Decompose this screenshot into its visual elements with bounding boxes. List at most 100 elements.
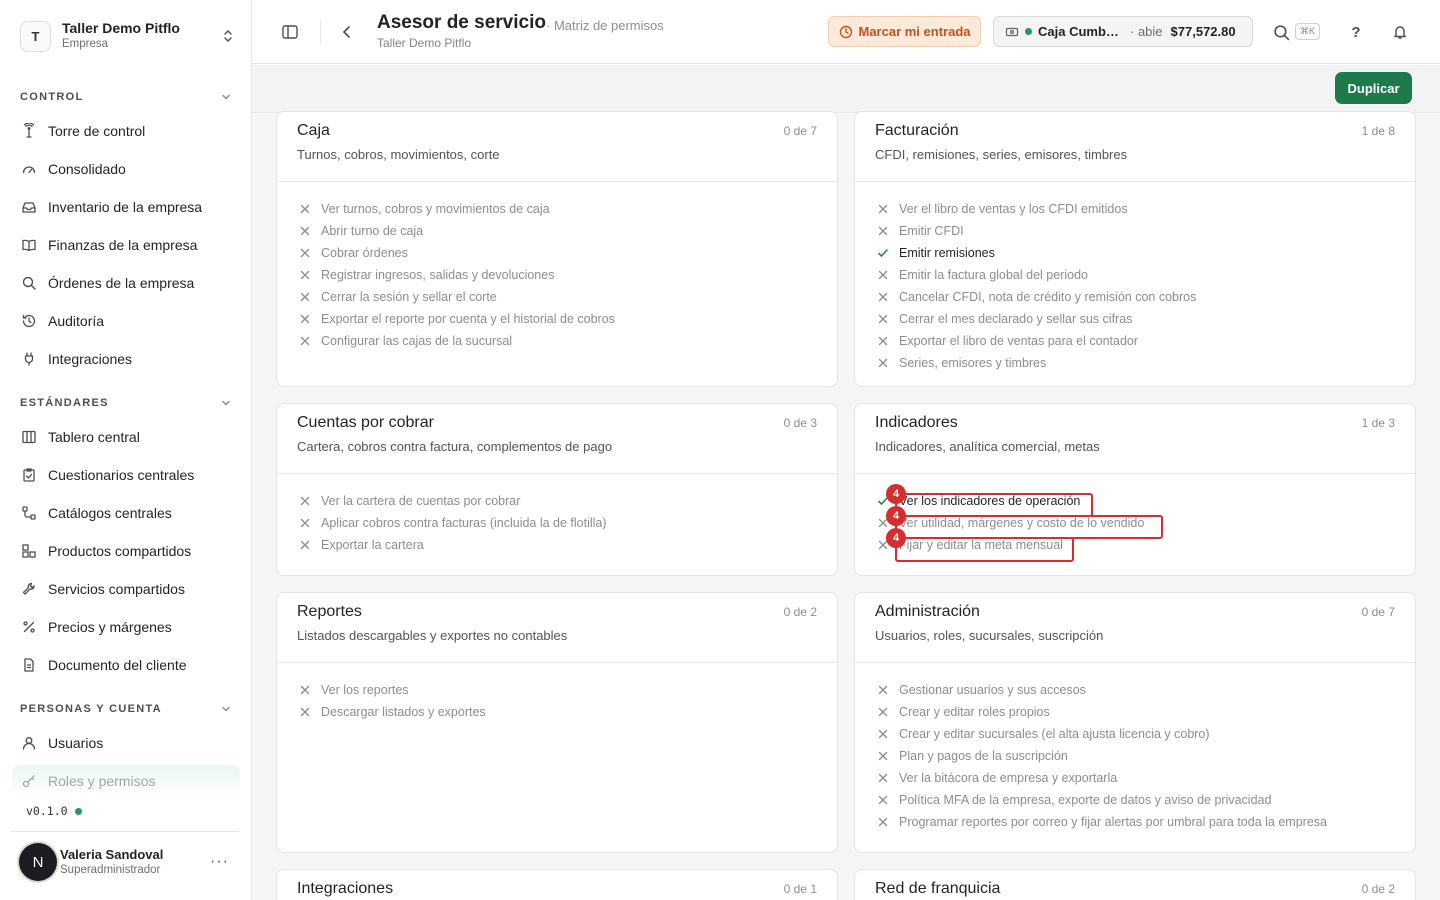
permission-item[interactable]: Exportar el libro de ventas para el cont…: [877, 330, 1196, 352]
section-estandares-label: ESTÁNDARES: [20, 397, 109, 409]
card-count: 0 de 2: [1361, 882, 1395, 896]
sidebar-item-label: Consolidado: [48, 161, 126, 177]
permission-item[interactable]: Ver turnos, cobros y movimientos de caja: [299, 198, 615, 220]
chevron-up-down-icon: [224, 30, 232, 42]
sidebar-item-label: Inventario de la empresa: [48, 199, 203, 215]
permission-card-integraciones: Integraciones 0 de 1: [276, 869, 838, 900]
card-count: 1 de 8: [1361, 124, 1395, 138]
search-icon: [22, 276, 36, 290]
card-description: Cartera, cobros contra factura, compleme…: [297, 439, 613, 454]
clipboard-check-icon: [23, 468, 35, 482]
sidebar-item-tablero-central[interactable]: Tablero central: [12, 421, 240, 453]
x-icon: [878, 729, 888, 739]
cash-register-selector[interactable]: Caja Cumbres · abie $77,572.80: [993, 16, 1253, 47]
history-icon: [22, 314, 36, 328]
card-header: Caja Turnos, cobros, movimientos, corte …: [277, 112, 837, 182]
permission-item[interactable]: Ver la cartera de cuentas por cobrar: [299, 490, 607, 512]
sidebar-item-label: Cuestionarios centrales: [48, 467, 195, 483]
sidebar-item-auditoria[interactable]: Auditoría: [12, 305, 240, 337]
permission-item[interactable]: Ver el libro de ventas y los CFDI emitid…: [877, 198, 1196, 220]
permission-item[interactable]: Exportar la cartera: [299, 534, 607, 556]
permission-item[interactable]: Emitir la factura global del periodo: [877, 264, 1196, 286]
search-button[interactable]: [1269, 20, 1293, 44]
section-personas[interactable]: PERSONAS Y CUENTA: [20, 703, 232, 715]
permission-card-cuentas-por-cobrar: Cuentas por cobrar Cartera, cobros contr…: [276, 403, 838, 576]
org-type: Empresa: [62, 38, 109, 50]
permission-item[interactable]: Crear y editar sucursales (el alta ajust…: [877, 723, 1327, 745]
top-header: Asesor de servicio Taller Demo Pitflo · …: [252, 0, 1440, 64]
x-icon: [300, 707, 310, 717]
sidebar-item-productos[interactable]: Productos compartidos: [12, 535, 240, 567]
permission-item[interactable]: Aplicar cobros contra facturas (incluida…: [299, 512, 607, 534]
permission-item[interactable]: Cancelar CFDI, nota de crédito y remisió…: [877, 286, 1196, 308]
permission-label: Emitir la factura global del periodo: [899, 268, 1088, 282]
permission-label: Programar reportes por correo y fijar al…: [899, 815, 1327, 829]
permission-item[interactable]: Cobrar órdenes: [299, 242, 615, 264]
permission-item[interactable]: Ver los reportes: [299, 679, 486, 701]
more-icon[interactable]: ···: [210, 853, 229, 871]
x-icon: [878, 773, 888, 783]
permission-item[interactable]: Gestionar usuarios y sus accesos: [877, 679, 1327, 701]
permission-label: Política MFA de la empresa, exporte de d…: [899, 793, 1272, 807]
org-switcher[interactable]: T Taller Demo Pitflo Empresa: [20, 20, 236, 52]
permission-label: Cerrar el mes declarado y sellar sus cif…: [899, 312, 1133, 326]
sidebar-item-consolidado[interactable]: Consolidado: [12, 153, 240, 185]
sidebar-item-documento[interactable]: Documento del cliente: [12, 649, 240, 681]
permission-item[interactable]: Registrar ingresos, salidas y devolucion…: [299, 264, 615, 286]
annotation-badge: 4: [886, 484, 906, 504]
back-button[interactable]: [335, 20, 359, 44]
permission-item[interactable]: Configurar las cajas de la sucursal: [299, 330, 615, 352]
sidebar-item-servicios[interactable]: Servicios compartidos: [12, 573, 240, 605]
cash-register-status: · abie: [1130, 24, 1163, 39]
sidebar-item-roles[interactable]: Roles y permisos: [12, 765, 240, 797]
hierarchy-icon: [22, 506, 36, 520]
main-content: Duplicar Caja Turnos, cobros, movimiento…: [252, 65, 1440, 900]
sidebar-item-catalogos[interactable]: Catálogos centrales: [12, 497, 240, 529]
permission-item[interactable]: Descargar listados y exportes: [299, 701, 486, 723]
book-open-icon: [22, 239, 36, 252]
user-icon: [22, 737, 36, 750]
permission-item[interactable]: Abrir turno de caja: [299, 220, 615, 242]
permission-item[interactable]: Exportar el reporte por cuenta y el hist…: [299, 308, 615, 330]
sidebar-item-usuarios[interactable]: Usuarios: [12, 727, 240, 759]
sidebar-item-torre-de-control[interactable]: Torre de control: [12, 115, 240, 147]
x-icon: [300, 496, 310, 506]
wrench-icon: [22, 582, 35, 595]
permission-item[interactable]: Ver la bitácora de empresa y exportarla: [877, 767, 1327, 789]
permission-label: Exportar el reporte por cuenta y el hist…: [321, 312, 615, 326]
bell-icon: [1394, 26, 1406, 39]
user-menu[interactable]: N Valeria Sandoval Superadministrador ··…: [19, 842, 239, 882]
permission-item[interactable]: Crear y editar roles propios: [877, 701, 1327, 723]
columns-icon: [22, 430, 36, 444]
sidebar-item-cuestionarios[interactable]: Cuestionarios centrales: [12, 459, 240, 491]
permission-item[interactable]: Política MFA de la empresa, exporte de d…: [877, 789, 1327, 811]
sidebar-item-finanzas[interactable]: Finanzas de la empresa: [12, 229, 240, 261]
avatar: N: [19, 843, 57, 881]
permission-item[interactable]: Plan y pagos de la suscripción: [877, 745, 1327, 767]
notifications-button[interactable]: [1388, 20, 1412, 44]
help-button[interactable]: ?: [1344, 20, 1368, 44]
sidebar-item-integraciones[interactable]: Integraciones: [12, 343, 240, 375]
chevron-left-icon: [343, 26, 350, 38]
toolbar: Duplicar: [252, 65, 1440, 113]
section-control[interactable]: CONTROL: [20, 91, 232, 103]
permission-item[interactable]: Series, emisores y timbres: [877, 352, 1196, 374]
sidebar-item-label: Documento del cliente: [48, 657, 187, 673]
duplicate-button[interactable]: Duplicar: [1335, 72, 1412, 104]
permission-item[interactable]: Emitir CFDI: [877, 220, 1196, 242]
permission-item[interactable]: Cerrar el mes declarado y sellar sus cif…: [877, 308, 1196, 330]
permission-label: Series, emisores y timbres: [899, 356, 1047, 370]
permission-item[interactable]: Programar reportes por correo y fijar al…: [877, 811, 1327, 833]
section-estandares[interactable]: ESTÁNDARES: [20, 397, 232, 409]
clock-in-button[interactable]: Marcar mi entrada: [828, 16, 981, 47]
sidebar-item-label: Usuarios: [48, 735, 104, 751]
toggle-sidebar-button[interactable]: [278, 20, 302, 44]
sidebar-item-precios[interactable]: Precios y márgenes: [12, 611, 240, 643]
sidebar-item-ordenes[interactable]: Órdenes de la empresa: [12, 267, 240, 299]
sidebar-item-inventario[interactable]: Inventario de la empresa: [12, 191, 240, 223]
permission-item-granted[interactable]: Emitir remisiones: [877, 242, 1196, 264]
key-icon: [22, 775, 35, 788]
permission-item[interactable]: Cerrar la sesión y sellar el corte: [299, 286, 615, 308]
x-icon: [878, 358, 888, 368]
permission-list: Ver los reportes Descargar listados y ex…: [299, 679, 486, 723]
